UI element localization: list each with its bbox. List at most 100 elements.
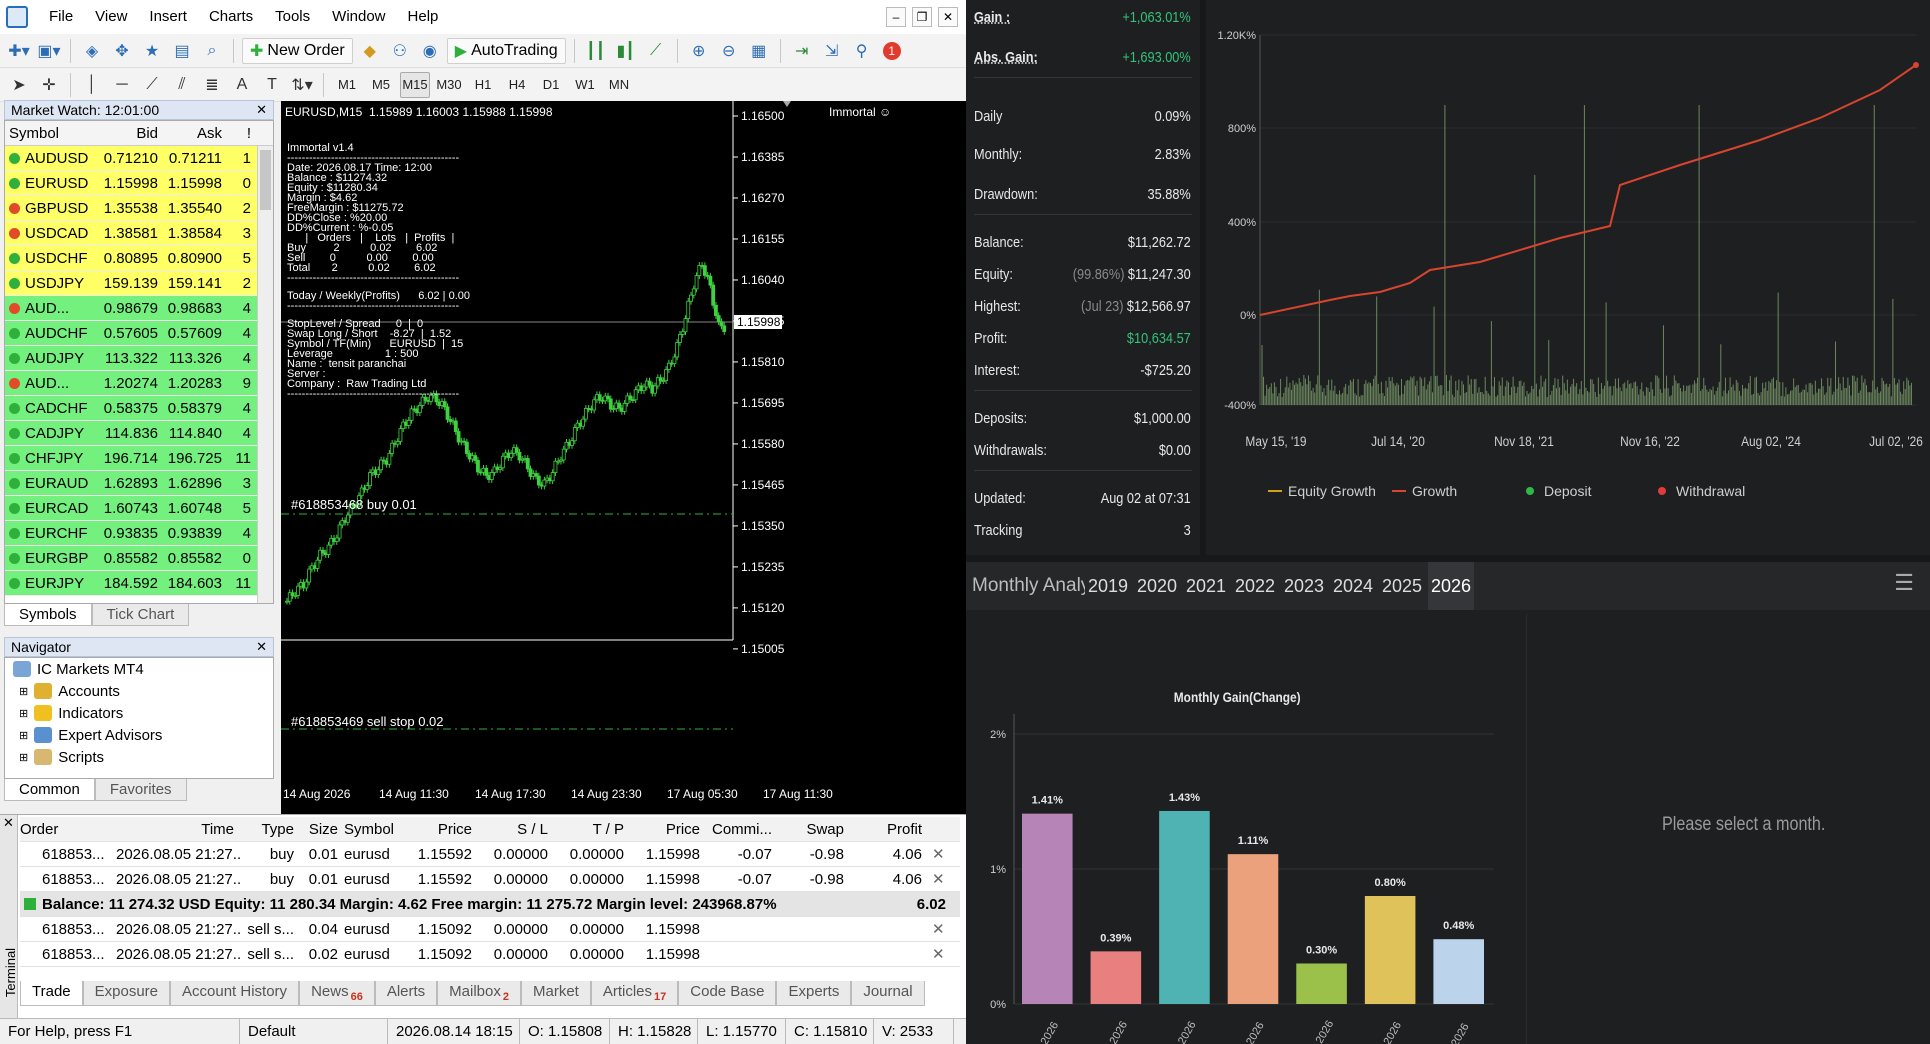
menu-help[interactable]: Help [397, 0, 450, 34]
trade-row[interactable]: 618853... 2026.08.05 21:27... buy 0.01 eurus… [20, 867, 960, 892]
market-watch-row[interactable]: GBPUSD 1.35538 1.35540 2 [5, 196, 273, 221]
market-watch-row[interactable]: CADCHF 0.58375 0.58379 4 [5, 396, 273, 421]
trade-cell[interactable]: T / P [554, 817, 630, 842]
year-tab-2025[interactable]: 2025 [1379, 562, 1425, 610]
market-watch-row[interactable]: USDCHF 0.80895 0.80900 5 [5, 246, 273, 271]
timeframe-m1[interactable]: M1 [332, 72, 362, 98]
chart-shift-icon[interactable]: ⇥ [789, 38, 815, 64]
arrows-icon[interactable]: ⇅▾ [289, 72, 315, 98]
tab-code-base[interactable]: Code Base [678, 981, 777, 1006]
year-tab-2023[interactable]: 2023 [1281, 562, 1327, 610]
market-watch-row[interactable]: EURAUD 1.62893 1.62896 3 [5, 471, 273, 496]
market-watch-row[interactable]: AUDJPY 113.322 113.326 4 [5, 346, 273, 371]
tab-tick-chart[interactable]: Tick Chart [91, 604, 190, 626]
trade-row[interactable]: 618853... 2026.08.05 21:27... buy 0.01 eurus… [20, 842, 960, 867]
signals-icon[interactable]: ⚇ [387, 38, 413, 64]
horizontal-line-icon[interactable]: ─ [109, 72, 135, 98]
minimize-icon[interactable]: – [886, 7, 906, 27]
restore-icon[interactable]: ❐ [912, 7, 932, 27]
trade-cell[interactable]: Swap [778, 817, 850, 842]
menu-charts[interactable]: Charts [198, 0, 264, 34]
year-tab-2021[interactable]: 2021 [1183, 562, 1229, 610]
tab-symbols[interactable]: Symbols [4, 604, 92, 626]
timeframe-d1[interactable]: D1 [536, 72, 566, 98]
navigator-icon[interactable]: ★ [139, 38, 165, 64]
bar-jul-2026[interactable] [1433, 939, 1484, 1004]
market-watch-row[interactable]: EURUSD 1.15998 1.15998 0 [5, 171, 273, 196]
tab-account-history[interactable]: Account History [170, 981, 300, 1006]
search-icon[interactable]: ⚲ [849, 38, 875, 64]
text-icon[interactable]: A [229, 72, 255, 98]
trade-cell[interactable]: S / L [478, 817, 554, 842]
timeframe-h1[interactable]: H1 [468, 72, 498, 98]
bar-feb-2026[interactable] [1090, 951, 1142, 1004]
market-watch-row[interactable]: AUD... 1.20274 1.20283 9 [5, 371, 273, 396]
tab-mailbox[interactable]: Mailbox 2 [437, 981, 521, 1006]
candlestick-icon[interactable]: ▮┃ [613, 38, 639, 64]
year-tab-2022[interactable]: 2022 [1232, 562, 1278, 610]
market-icon[interactable]: ◉ [417, 38, 443, 64]
alert-bell-icon[interactable]: 1 [879, 38, 905, 64]
close-order-icon[interactable]: ✕ [932, 870, 945, 888]
new-order-button[interactable]: ✚ New Order [242, 37, 353, 64]
tab-experts[interactable]: Experts [776, 981, 852, 1006]
close-icon[interactable]: ✕ [938, 7, 958, 27]
navigator-item-indicators[interactable]: ⊞ Indicators [5, 702, 273, 724]
crosshair-icon[interactable]: ✛ [36, 72, 62, 98]
bar-jun-2026[interactable] [1364, 896, 1416, 1004]
zoom-out-icon[interactable]: ⊖ [716, 38, 742, 64]
price-chart[interactable]: 1.16500 1.16385 1.16270 1.16155 1.16040 1.159… [281, 101, 966, 814]
market-watch-row[interactable]: CADJPY 114.836 114.840 4 [5, 421, 273, 446]
navigator-root[interactable]: IC Markets MT4 [5, 658, 273, 680]
profiles-icon[interactable]: ▣▾ [36, 38, 62, 64]
navigator-item-accounts[interactable]: ⊞ Accounts [5, 680, 273, 702]
zoom-in-icon[interactable]: ⊕ [686, 38, 712, 64]
market-watch-row[interactable]: EURCAD 1.60743 1.60748 5 [5, 496, 273, 521]
timeframe-h4[interactable]: H4 [502, 72, 532, 98]
tab-news[interactable]: News 66 [299, 981, 375, 1006]
trade-cell[interactable]: Symbol [344, 817, 406, 842]
market-watch-icon[interactable]: ◈ [79, 38, 105, 64]
timeframe-mn[interactable]: MN [604, 72, 634, 98]
data-window-icon[interactable]: ✥ [109, 38, 135, 64]
metaeditor-icon[interactable]: ◆ [357, 38, 383, 64]
trade-cell[interactable]: Order [20, 817, 116, 842]
close-order-icon[interactable]: ✕ [932, 845, 945, 863]
bar-apr-2026[interactable] [1227, 854, 1279, 1004]
bar-may-2026[interactable] [1296, 963, 1347, 1005]
tile-windows-icon[interactable]: ▦ [746, 38, 772, 64]
fibonacci-icon[interactable]: ≣ [199, 72, 225, 98]
menu-view[interactable]: View [84, 0, 138, 34]
year-tab-2024[interactable]: 2024 [1330, 562, 1376, 610]
year-tab-2019[interactable]: 2019 [1085, 562, 1131, 610]
vertical-line-icon[interactable]: │ [79, 72, 105, 98]
tab-trade[interactable]: Trade [20, 981, 83, 1006]
trade-cell[interactable]: Time [116, 817, 240, 842]
close-order-icon[interactable]: ✕ [932, 945, 945, 963]
bar-jan-2026[interactable] [1022, 813, 1073, 1004]
market-watch-row[interactable]: CHFJPY 196.714 196.725 11 [5, 446, 273, 471]
col-symbol[interactable]: Symbol [5, 121, 101, 146]
market-watch-row[interactable]: AUD... 0.98679 0.98683 4 [5, 296, 273, 321]
navigator-item-scripts[interactable]: ⊞ Scripts [5, 746, 273, 768]
menu-insert[interactable]: Insert [138, 0, 198, 34]
navigator-item-expert-advisors[interactable]: ⊞ Expert Advisors [5, 724, 273, 746]
trade-row[interactable]: 618853... 2026.08.05 21:27... sell s... 0.0… [20, 917, 960, 942]
trade-cell[interactable]: Profit [850, 817, 928, 842]
market-watch-row[interactable]: AUDCHF 0.57605 0.57609 4 [5, 321, 273, 346]
cursor-icon[interactable]: ➤ [6, 72, 32, 98]
tab-common[interactable]: Common [4, 779, 95, 801]
text-label-icon[interactable]: T [259, 72, 285, 98]
col-bid[interactable]: Bid [101, 121, 161, 146]
timeframe-w1[interactable]: W1 [570, 72, 600, 98]
menu-window[interactable]: Window [321, 0, 396, 34]
trade-cell[interactable]: Commi... [706, 817, 778, 842]
market-watch-row[interactable]: AUDUSD 0.71210 0.71211 1 [5, 146, 273, 171]
legend-label[interactable]: Deposit [1544, 483, 1592, 499]
legend-label[interactable]: Growth [1412, 483, 1457, 499]
legend-label[interactable]: Equity Growth [1288, 483, 1376, 499]
trade-cell[interactable]: Price [630, 817, 706, 842]
close-icon[interactable]: ✕ [256, 102, 267, 118]
close-icon[interactable]: ✕ [256, 639, 267, 655]
trade-cell[interactable]: Type [240, 817, 300, 842]
